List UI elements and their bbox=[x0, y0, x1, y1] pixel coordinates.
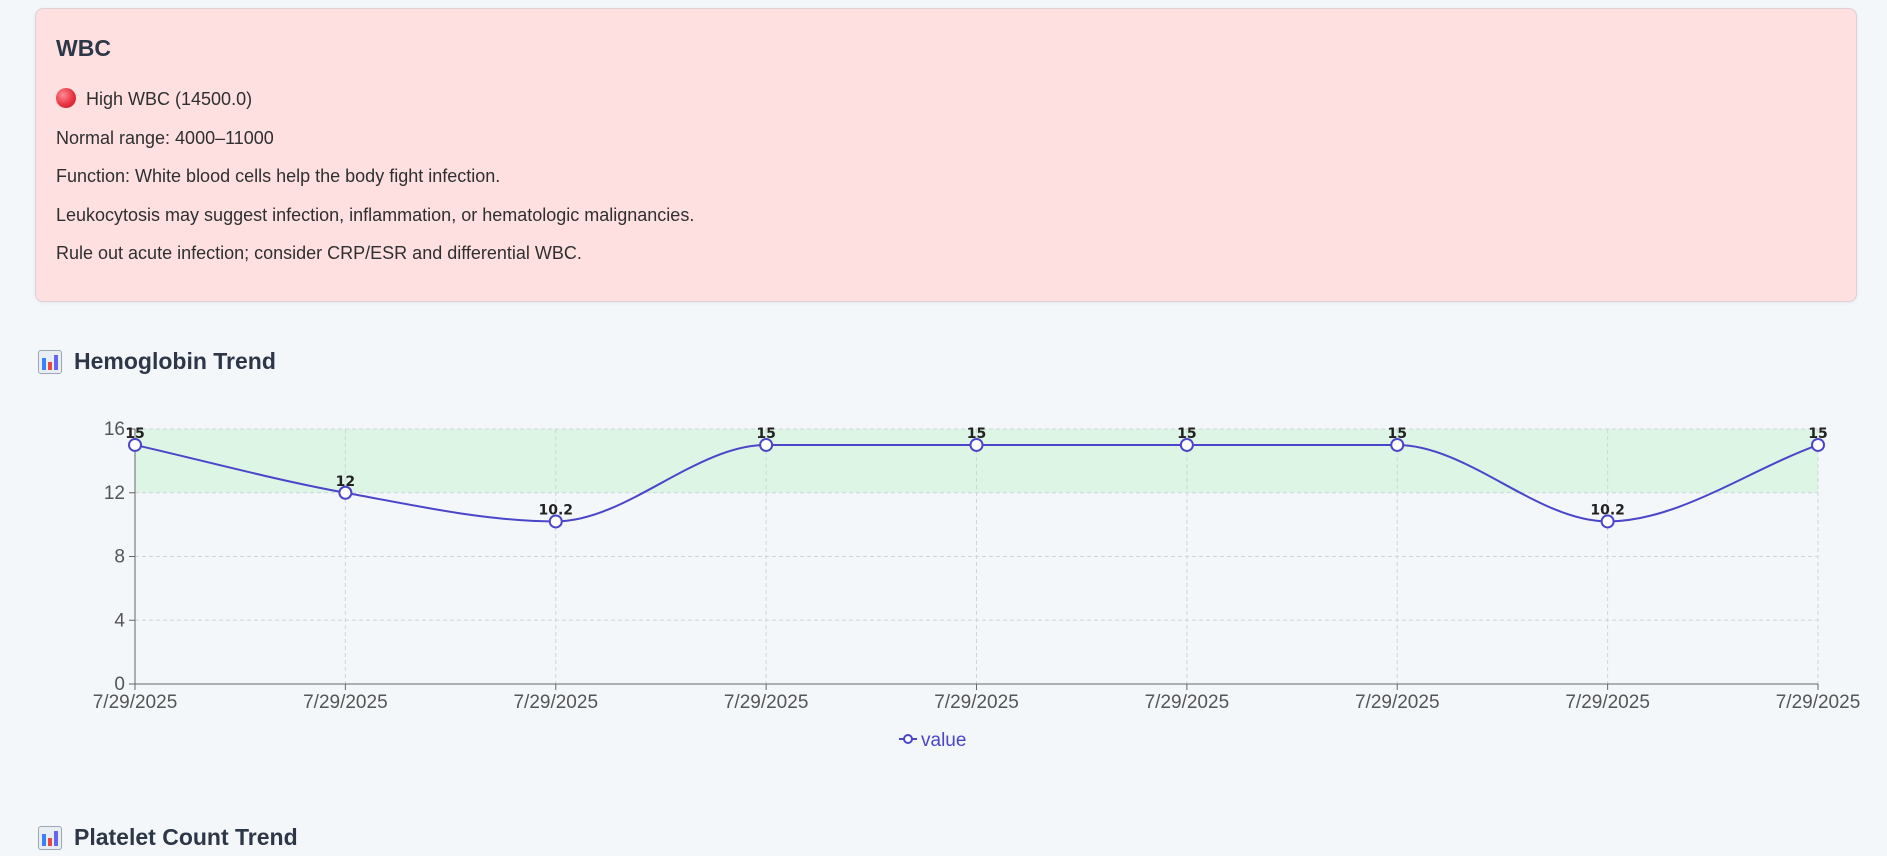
hemoglobin-section-title: Hemoglobin Trend bbox=[38, 348, 276, 375]
bar-chart-icon bbox=[38, 825, 62, 850]
alert-interpretation: Leukocytosis may suggest infection, infl… bbox=[56, 204, 695, 225]
x-tick-label: 7/29/2025 bbox=[513, 692, 598, 713]
alert-status-text: High WBC (14500.0) bbox=[86, 89, 253, 109]
data-label: 10.2 bbox=[538, 502, 573, 518]
x-tick-label: 7/29/2025 bbox=[1145, 692, 1230, 713]
x-tick-label: 7/29/2025 bbox=[934, 692, 1019, 713]
data-label: 15 bbox=[756, 426, 775, 442]
wbc-alert-card: WBC High WBC (14500.0) Normal range: 400… bbox=[35, 8, 1857, 302]
alert-normal-range: Normal range: 4000–11000 bbox=[56, 127, 274, 148]
alert-recommendation: Rule out acute infection; consider CRP/E… bbox=[56, 243, 582, 263]
platelet-section-title: Platelet Count Trend bbox=[38, 824, 298, 851]
x-tick-label: 7/29/2025 bbox=[303, 692, 388, 713]
y-tick-label: 12 bbox=[104, 483, 125, 504]
legend-marker-icon bbox=[903, 734, 913, 744]
hemoglobin-title-text: Hemoglobin Trend bbox=[74, 348, 276, 374]
alert-title: WBC bbox=[56, 35, 111, 61]
hemoglobin-chart: 04812167/29/2025 7/29/2025 7/29/2025 7/29/2… bbox=[93, 419, 1861, 751]
y-tick-label: 16 bbox=[104, 419, 125, 440]
data-label: 15 bbox=[1808, 426, 1827, 442]
alert-function: Function: White blood cells help the bod… bbox=[56, 166, 501, 186]
x-tick-label: 7/29/2025 bbox=[93, 692, 178, 713]
bar-chart-icon bbox=[38, 349, 62, 374]
x-tick-label: 7/29/2025 bbox=[1355, 692, 1440, 713]
data-label: 15 bbox=[1388, 426, 1407, 442]
x-tick-label: 7/29/2025 bbox=[1565, 692, 1650, 713]
data-label: 10.2 bbox=[1590, 502, 1625, 518]
data-label: 12 bbox=[336, 474, 355, 490]
legend-label: value bbox=[921, 730, 966, 751]
y-tick-label: 8 bbox=[114, 547, 125, 568]
x-tick-label: 7/29/2025 bbox=[1776, 692, 1861, 713]
data-label: 15 bbox=[1177, 426, 1196, 442]
red-circle-icon bbox=[56, 88, 76, 108]
alert-status: High WBC (14500.0) bbox=[56, 88, 1836, 127]
x-tick-label: 7/29/2025 bbox=[724, 692, 809, 713]
data-label: 15 bbox=[967, 426, 986, 442]
platelet-title-text: Platelet Count Trend bbox=[74, 824, 298, 850]
data-label: 15 bbox=[125, 426, 144, 442]
y-tick-label: 4 bbox=[114, 610, 125, 631]
